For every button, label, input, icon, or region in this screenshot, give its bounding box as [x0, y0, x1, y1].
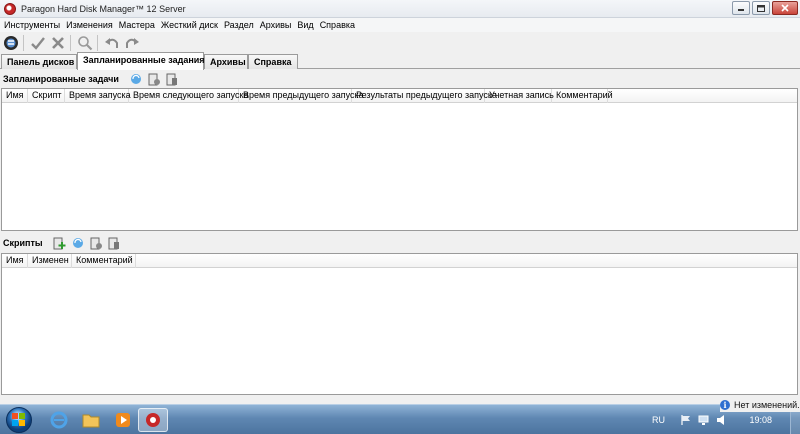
apply-button[interactable] — [29, 34, 47, 52]
delete-task-button[interactable] — [165, 72, 179, 86]
table-header: Имя Изменен Комментарий — [2, 254, 797, 268]
info-icon: i — [720, 400, 730, 410]
zoom-icon — [78, 35, 93, 50]
close-icon — [781, 4, 789, 12]
apply-check-icon — [31, 36, 45, 50]
windows-logo-icon — [12, 413, 25, 426]
paragon-logo-button[interactable] — [2, 34, 20, 52]
paragon-logo-icon — [4, 35, 18, 50]
table-header: Имя Скрипт Время запуска Время следующег… — [2, 89, 797, 103]
maximize-icon — [757, 4, 765, 12]
refresh-icon — [72, 238, 83, 248]
menu-changes[interactable]: Изменения — [63, 18, 116, 32]
menu-hard-disk[interactable]: Жесткий диск — [158, 18, 221, 32]
taskbar-paragon[interactable] — [138, 408, 168, 432]
menu-partition[interactable]: Раздел — [221, 18, 257, 32]
status-text: Нет изменений. — [734, 400, 800, 410]
column-header[interactable]: Время следующего запуска — [129, 89, 249, 103]
delete-script-button[interactable] — [107, 236, 121, 250]
menu-view[interactable]: Вид — [294, 18, 316, 32]
column-header[interactable]: Скрипт — [28, 89, 65, 103]
add-script-button[interactable] — [53, 236, 67, 250]
tab-disk-panel[interactable]: Панель дисков — [1, 54, 77, 69]
paragon-app-icon — [146, 413, 160, 427]
refresh-icon — [130, 74, 141, 84]
document-gear-icon — [90, 237, 102, 249]
minimize-icon — [738, 9, 744, 11]
column-header[interactable]: Учетная запись — [485, 89, 554, 103]
zoom-button[interactable] — [76, 34, 94, 52]
scripts-table[interactable]: Имя Изменен Комментарий — [1, 253, 798, 395]
discard-button[interactable] — [49, 34, 67, 52]
menu-archives[interactable]: Архивы — [257, 18, 295, 32]
toolbar — [0, 32, 800, 53]
menu-help[interactable]: Справка — [317, 18, 358, 32]
task-properties-button[interactable] — [147, 72, 161, 86]
document-gear-icon — [148, 73, 160, 85]
script-properties-button[interactable] — [89, 236, 103, 250]
tab-archives[interactable]: Архивы — [204, 54, 248, 69]
title-bar: Paragon Hard Disk Manager™ 12 Server — [0, 0, 800, 18]
scheduled-tasks-header: Запланированные задачи — [0, 70, 800, 88]
tab-scheduled-tasks[interactable]: Запланированные задания — [77, 52, 205, 70]
column-header[interactable]: Результаты предыдущего запуска — [352, 89, 497, 103]
window-controls — [730, 1, 798, 15]
menu-bar: Инструменты Изменения Мастера Жесткий ди… — [0, 18, 800, 32]
menu-tools[interactable]: Инструменты — [0, 18, 63, 32]
column-header[interactable]: Время запуска — [65, 89, 131, 103]
window-title: Paragon Hard Disk Manager™ 12 Server — [21, 3, 186, 14]
taskbar-ie[interactable] — [44, 408, 74, 432]
media-player-icon — [116, 413, 130, 427]
redo-button[interactable] — [123, 34, 141, 52]
undo-button[interactable] — [103, 34, 121, 52]
scripts-title: Скрипты — [3, 238, 43, 248]
windows-taskbar: RU 19:08 — [0, 404, 800, 434]
maximize-button[interactable] — [752, 1, 770, 15]
internet-explorer-icon — [50, 411, 68, 429]
document-delete-icon — [166, 73, 177, 85]
scripts-header: Скрипты — [0, 234, 800, 252]
close-button[interactable] — [772, 1, 798, 15]
column-header[interactable]: Комментарий — [552, 89, 613, 103]
minimize-button[interactable] — [732, 1, 750, 15]
menu-wizards[interactable]: Мастера — [116, 18, 158, 32]
language-indicator[interactable]: RU — [652, 415, 665, 425]
discard-x-icon — [52, 36, 64, 49]
refresh-tasks-button[interactable] — [129, 72, 143, 86]
toolbar-separator — [97, 34, 98, 51]
column-header[interactable]: Время предыдущего запуска — [239, 89, 364, 103]
column-header[interactable]: Имя — [2, 89, 28, 103]
flag-icon[interactable] — [680, 414, 692, 426]
add-document-icon — [53, 237, 66, 249]
toolbar-separator — [23, 34, 24, 51]
column-header[interactable]: Имя — [2, 254, 28, 268]
folder-icon — [82, 414, 100, 428]
tab-strip: Панель дисков Запланированные задания Ар… — [0, 52, 800, 70]
redo-icon — [126, 37, 139, 48]
column-header[interactable]: Комментарий — [72, 254, 136, 268]
taskbar-explorer[interactable] — [76, 408, 106, 432]
status-bar: i Нет изменений. — [720, 398, 800, 412]
document-delete-icon — [108, 237, 119, 249]
clock[interactable]: 19:08 — [749, 415, 772, 425]
paragon-app-icon — [4, 2, 16, 15]
network-icon[interactable] — [698, 414, 710, 426]
taskbar-media-player[interactable] — [108, 408, 138, 432]
column-header[interactable]: Изменен — [28, 254, 72, 268]
scheduled-tasks-title: Запланированные задачи — [3, 74, 119, 84]
undo-icon — [105, 37, 118, 48]
scheduled-tasks-table[interactable]: Имя Скрипт Время запуска Время следующег… — [1, 88, 798, 231]
tab-help[interactable]: Справка — [248, 54, 298, 69]
toolbar-separator — [70, 34, 71, 51]
volume-icon[interactable] — [716, 414, 728, 426]
start-button[interactable] — [6, 407, 32, 433]
refresh-scripts-button[interactable] — [71, 236, 85, 250]
